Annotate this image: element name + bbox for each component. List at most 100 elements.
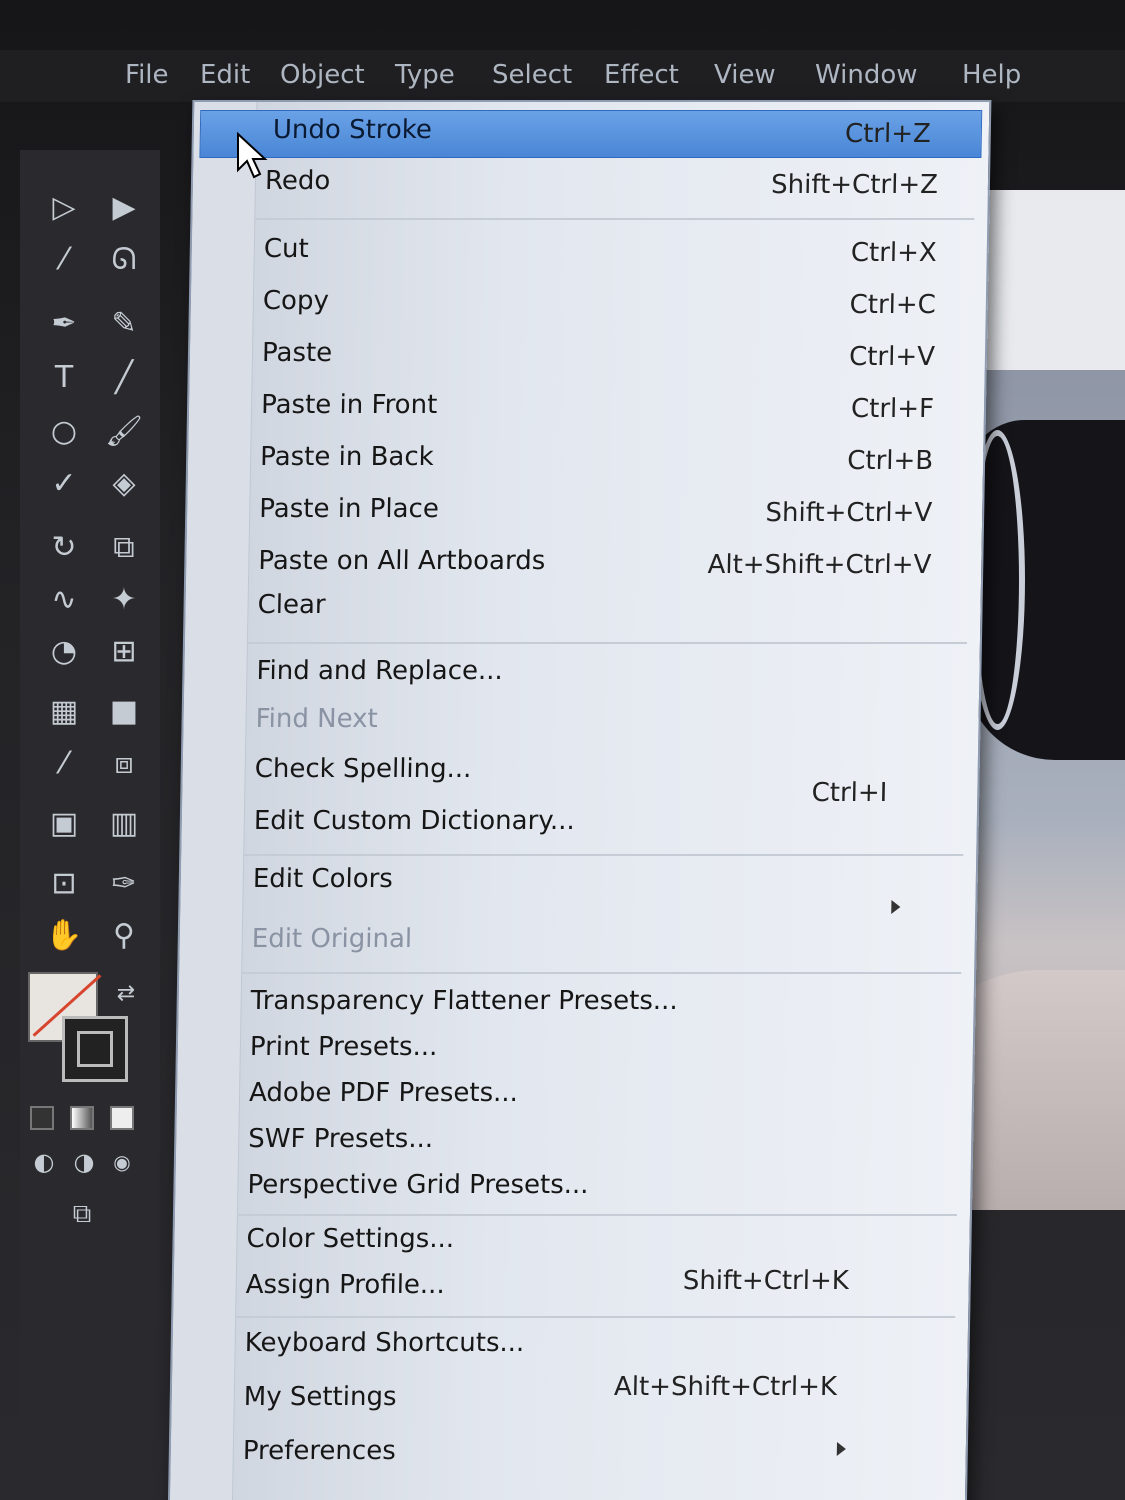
menu-item-shortcut: Ctrl+V [848, 342, 936, 372]
menu-item-paste-in-front[interactable]: Paste in Front Ctrl+F [189, 386, 985, 432]
menu-item-redo[interactable]: Redo Shift+Ctrl+Z [193, 162, 989, 208]
menu-item-edit-colors[interactable]: Edit Colors [180, 860, 976, 914]
menu-item-paste[interactable]: Paste Ctrl+V [190, 334, 986, 380]
menu-separator [246, 642, 967, 644]
draw-normal-icon[interactable]: ◐ [22, 1140, 66, 1184]
menu-item-assign-profile[interactable]: Assign Profile... [173, 1266, 969, 1312]
line-segment-icon[interactable]: ╱ [102, 356, 146, 400]
direct-selection-tool-icon[interactable]: ▶ [102, 186, 146, 230]
menu-item-label: Edit Custom Dictionary... [253, 806, 576, 836]
color-mode-icon[interactable] [30, 1106, 54, 1130]
none-mode-icon[interactable] [110, 1106, 134, 1130]
selection-tool-icon[interactable]: ▷ [42, 186, 86, 230]
menu-item-find-and-replace[interactable]: Find and Replace... [184, 652, 980, 698]
menu-item-shortcut: Ctrl+C [849, 290, 937, 320]
menu-item-label: Transparency Flattener Presets... [250, 986, 678, 1016]
swap-colors-icon[interactable]: ⇄ [104, 972, 148, 1016]
menu-item-preferences[interactable]: Preferences [170, 1432, 966, 1478]
ellipse-tool-icon[interactable]: ○ [42, 410, 86, 454]
menu-item-check-spelling[interactable]: Check Spelling... Ctrl+I [182, 750, 978, 808]
menu-file[interactable]: File [125, 60, 169, 90]
tools-panel: ▷ ▶ ⁄ ᘏ ✒ ✎ T ╱ ○ 🖌 ✓ ◈ ↻ ⧉ ∿ ✦ ◔ ⊞ ▦ ■ … [20, 150, 160, 1500]
menu-item-shortcut: Alt+Shift+Ctrl+V [707, 550, 932, 580]
edit-menu-dropdown: Undo Stroke Ctrl+Z Redo Shift+Ctrl+Z Cut… [167, 100, 992, 1500]
perspective-grid-icon[interactable]: ⊞ [102, 630, 146, 674]
paintbrush-icon[interactable]: 🖌 [102, 410, 146, 454]
menu-item-label: Paste in Place [259, 494, 440, 524]
menu-separator [243, 854, 964, 856]
menu-item-transparency-flattener-presets[interactable]: Transparency Flattener Presets... [178, 982, 974, 1028]
mesh-tool-icon[interactable]: ▦ [42, 690, 86, 734]
menu-item-label: Copy [262, 286, 330, 316]
stroke-swatch[interactable] [62, 1016, 128, 1082]
magic-wand-icon[interactable]: ⁄ [42, 238, 86, 282]
menu-item-print-presets[interactable]: Print Presets... [177, 1028, 973, 1074]
menu-type[interactable]: Type [395, 60, 455, 90]
scale-tool-icon[interactable]: ⧉ [102, 526, 146, 570]
shape-builder-icon[interactable]: ◔ [42, 630, 86, 674]
menu-item-edit-custom-dictionary[interactable]: Edit Custom Dictionary... [181, 802, 977, 848]
menu-item-swf-presets[interactable]: SWF Presets... [176, 1120, 972, 1166]
menu-item-label: Edit Original [251, 924, 413, 954]
menu-item-color-settings[interactable]: Color Settings... Shift+Ctrl+K [174, 1220, 970, 1296]
gradient-mode-icon[interactable] [70, 1106, 94, 1130]
menu-window[interactable]: Window [815, 60, 918, 90]
menu-separator [235, 1316, 956, 1318]
menu-item-copy[interactable]: Copy Ctrl+C [190, 282, 986, 328]
slice-tool-icon[interactable]: ✑ [102, 862, 146, 906]
draw-inside-icon[interactable]: ◉ [100, 1140, 144, 1184]
mouse-cursor-icon [237, 132, 268, 179]
menu-select[interactable]: Select [492, 60, 572, 90]
menu-item-my-settings[interactable]: My Settings [171, 1378, 967, 1424]
menu-item-label: Print Presets... [249, 1032, 438, 1062]
blend-tool-icon[interactable]: ⧈ [102, 742, 146, 786]
menu-item-adobe-pdf-presets[interactable]: Adobe PDF Presets... [177, 1074, 973, 1120]
menu-item-clear[interactable]: Clear [185, 586, 981, 632]
screen-mode-icon[interactable]: ⧉ [60, 1192, 104, 1236]
menu-item-paste-in-place[interactable]: Paste in Place Shift+Ctrl+V [187, 490, 983, 536]
menu-help[interactable]: Help [962, 60, 1021, 90]
menu-effect[interactable]: Effect [604, 60, 679, 90]
symbol-sprayer-icon[interactable]: ▣ [42, 802, 86, 846]
menu-item-label: My Settings [243, 1382, 397, 1412]
pen-tool-icon[interactable]: ✒ [42, 302, 86, 346]
eraser-icon[interactable]: ◈ [102, 462, 146, 506]
type-tool-icon[interactable]: T [42, 356, 86, 400]
menu-item-label: Cut [263, 234, 309, 264]
menu-item-edit-original: Edit Original [179, 920, 975, 966]
warp-tool-icon[interactable]: ∿ [42, 578, 86, 622]
curvature-tool-icon[interactable]: ✎ [102, 302, 146, 346]
menu-view[interactable]: View [714, 60, 776, 90]
menu-item-label: Edit Colors [252, 864, 394, 894]
menu-item-label: Color Settings... [246, 1224, 455, 1254]
lasso-icon[interactable]: ᘏ [102, 238, 146, 282]
artboard-tool-icon[interactable]: ⊡ [42, 862, 86, 906]
menu-item-keyboard-shortcuts[interactable]: Keyboard Shortcuts... Alt+Shift+Ctrl+K [172, 1324, 968, 1402]
menu-object[interactable]: Object [280, 60, 365, 90]
menu-separator [241, 972, 962, 974]
menu-item-paste-on-all-artboards[interactable]: Paste on All Artboards Alt+Shift+Ctrl+V [186, 542, 982, 588]
menu-item-label: Paste in Front [260, 390, 438, 420]
menu-separator [254, 218, 975, 220]
menu-item-label: Paste in Back [259, 442, 435, 472]
menu-item-perspective-grid-presets[interactable]: Perspective Grid Presets... [175, 1166, 971, 1212]
menu-item-shortcut: Ctrl+X [850, 238, 938, 268]
rotate-tool-icon[interactable]: ↻ [42, 526, 86, 570]
menu-item-shortcut: Shift+Ctrl+Z [770, 170, 939, 200]
menu-item-shortcut: Ctrl+B [846, 446, 934, 476]
menu-item-undo-stroke[interactable]: Undo Stroke Ctrl+Z [199, 110, 983, 158]
zoom-tool-icon[interactable]: ⚲ [102, 914, 146, 958]
menu-item-paste-in-back[interactable]: Paste in Back Ctrl+B [188, 438, 984, 484]
menu-item-cut[interactable]: Cut Ctrl+X [191, 230, 987, 276]
puppet-warp-icon[interactable]: ✦ [102, 578, 146, 622]
graph-tool-icon[interactable]: ▥ [102, 802, 146, 846]
eyedropper-icon[interactable]: ⁄ [42, 742, 86, 786]
gradient-tool-icon[interactable]: ■ [102, 690, 146, 734]
menu-item-label: Keyboard Shortcuts... [244, 1328, 525, 1358]
shaper-tool-icon[interactable]: ✓ [42, 462, 86, 506]
menu-edit[interactable]: Edit [200, 60, 250, 90]
menu-item-label: Find and Replace... [256, 656, 504, 686]
menu-item-label: Redo [264, 166, 331, 196]
menu-item-label: Adobe PDF Presets... [248, 1078, 519, 1108]
hand-tool-icon[interactable]: ✋ [42, 914, 86, 958]
